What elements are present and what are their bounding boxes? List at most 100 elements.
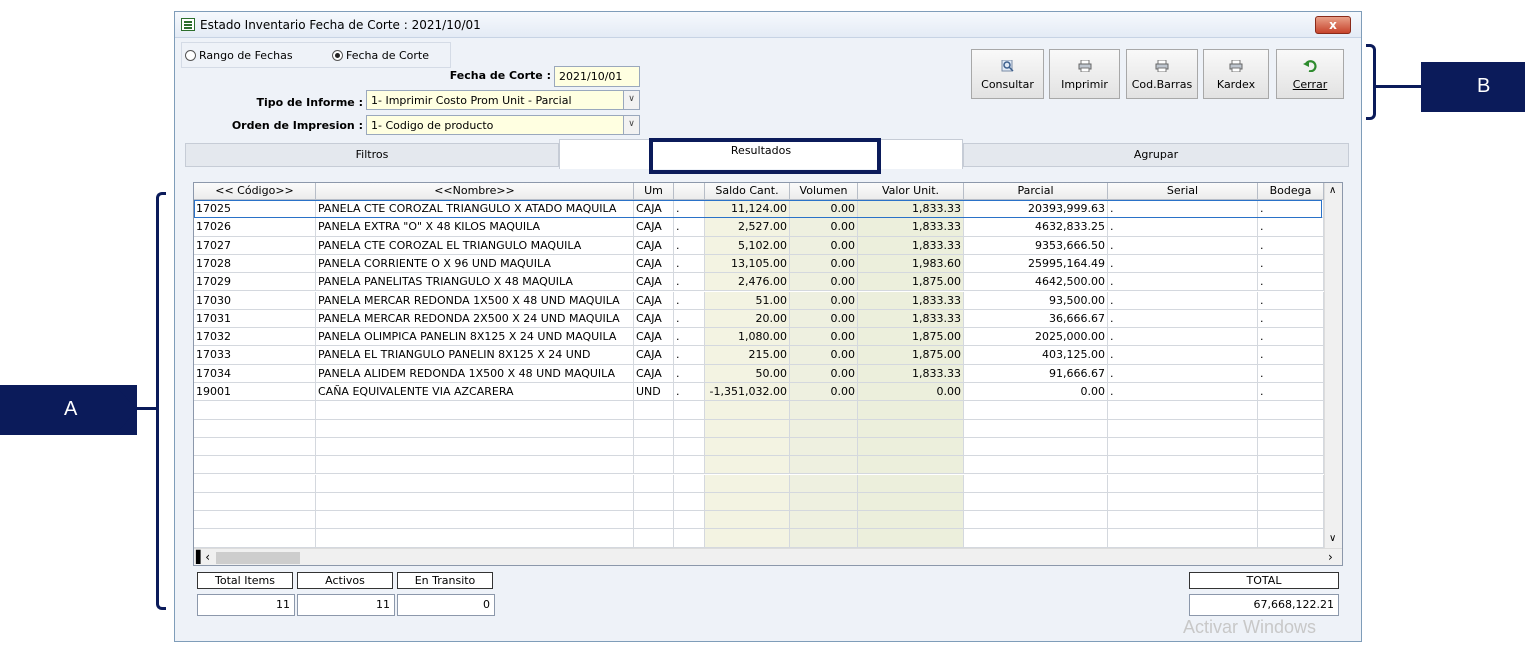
table-cell[interactable]: . [1108,309,1258,329]
table-cell[interactable]: 1,833.33 [858,364,964,383]
table-cell[interactable]: . [1108,273,1258,292]
table-cell[interactable]: . [1108,254,1258,274]
chevron-down-icon[interactable]: ∨ [623,116,639,134]
scroll-up-icon[interactable]: ∧ [1329,185,1336,196]
table-cell[interactable]: . [674,328,705,347]
empty-cell[interactable] [194,437,316,457]
table-cell[interactable]: PANELA MERCAR REDONDA 1X500 X 48 UND MAQ… [316,291,634,310]
table-cell[interactable]: CAJA [634,273,674,292]
table-cell[interactable]: UND [634,383,674,402]
empty-cell[interactable] [858,437,964,457]
column-header[interactable]: << Código>> [194,183,316,200]
table-cell[interactable]: PANELA MERCAR REDONDA 2X500 X 24 UND MAQ… [316,309,634,329]
empty-cell[interactable] [316,419,634,438]
empty-cell[interactable] [316,474,634,493]
table-cell[interactable]: CAJA [634,291,674,310]
tab-agrupar[interactable]: Agrupar [963,143,1349,167]
column-header[interactable]: Serial [1108,183,1258,200]
empty-cell[interactable] [194,511,316,530]
table-cell[interactable]: 2,527.00 [705,218,790,237]
empty-cell[interactable] [790,529,858,548]
table-cell[interactable]: . [1108,364,1258,383]
table-cell[interactable]: . [674,200,705,219]
empty-cell[interactable] [316,492,634,512]
scroll-left-icon[interactable]: ▌‹ [196,550,210,564]
empty-cell[interactable] [790,456,858,475]
table-cell[interactable]: 17034 [194,364,316,383]
empty-cell[interactable] [964,474,1108,493]
table-cell[interactable]: 25995,164.49 [964,254,1108,274]
table-cell[interactable]: 1,833.33 [858,291,964,310]
empty-cell[interactable] [1258,456,1324,475]
column-header[interactable]: Parcial [964,183,1108,200]
table-cell[interactable]: PANELA CTE COROZAL EL TRIANGULO MAQUILA [316,236,634,255]
table-cell[interactable]: 17032 [194,328,316,347]
empty-cell[interactable] [858,474,964,493]
column-header[interactable]: Saldo Cant. [705,183,790,200]
table-cell[interactable]: 403,125.00 [964,346,1108,365]
empty-cell[interactable] [705,401,790,420]
table-cell[interactable]: 0.00 [790,383,858,402]
radio-range-label[interactable]: Rango de Fechas [199,49,293,62]
chevron-down-icon[interactable]: ∨ [623,91,639,109]
table-cell[interactable]: 0.00 [790,328,858,347]
empty-cell[interactable] [964,401,1108,420]
empty-cell[interactable] [705,474,790,493]
empty-cell[interactable] [1108,492,1258,512]
empty-cell[interactable] [858,456,964,475]
empty-cell[interactable] [1258,529,1324,548]
table-cell[interactable]: 20.00 [705,309,790,329]
empty-cell[interactable] [705,529,790,548]
table-cell[interactable]: . [1108,383,1258,402]
consultar-button[interactable]: Consultar [971,49,1044,99]
table-cell[interactable]: . [1258,273,1324,292]
table-cell[interactable]: 1,833.33 [858,236,964,255]
table-cell[interactable]: 9353,666.50 [964,236,1108,255]
table-cell[interactable]: 19001 [194,383,316,402]
table-cell[interactable]: 50.00 [705,364,790,383]
empty-cell[interactable] [790,437,858,457]
empty-cell[interactable] [194,529,316,548]
empty-cell[interactable] [790,492,858,512]
table-cell[interactable]: . [1258,383,1324,402]
table-cell[interactable]: . [674,291,705,310]
table-cell[interactable]: . [1258,346,1324,365]
table-cell[interactable]: 0.00 [790,291,858,310]
empty-cell[interactable] [964,511,1108,530]
table-cell[interactable]: 2,476.00 [705,273,790,292]
empty-cell[interactable] [1108,456,1258,475]
table-cell[interactable]: . [1258,200,1324,219]
empty-cell[interactable] [1108,419,1258,438]
empty-cell[interactable] [194,419,316,438]
empty-cell[interactable] [1258,401,1324,420]
empty-cell[interactable] [316,437,634,457]
kardex-button[interactable]: Kardex [1203,49,1269,99]
table-cell[interactable]: 17028 [194,254,316,274]
report-type-select[interactable]: 1- Imprimir Costo Prom Unit - Parcial ∨ [366,90,640,110]
table-cell[interactable]: CAJA [634,200,674,219]
table-cell[interactable]: 0.00 [790,364,858,383]
imprimir-button[interactable]: Imprimir [1049,49,1120,99]
tab-filtros[interactable]: Filtros [185,143,559,167]
scroll-down-icon[interactable]: ∨ [1329,533,1336,544]
horizontal-scrollbar[interactable]: ▌‹ › [194,548,1342,565]
table-cell[interactable]: . [674,364,705,383]
table-cell[interactable]: -1,351,032.00 [705,383,790,402]
table-cell[interactable]: CAJA [634,254,674,274]
table-cell[interactable]: . [1258,254,1324,274]
table-cell[interactable]: 17030 [194,291,316,310]
empty-cell[interactable] [1108,401,1258,420]
table-cell[interactable]: 36,666.67 [964,309,1108,329]
table-cell[interactable]: . [674,218,705,237]
vertical-scrollbar[interactable]: ∧ ∨ [1324,183,1342,548]
empty-cell[interactable] [674,419,705,438]
table-cell[interactable]: 51.00 [705,291,790,310]
table-cell[interactable]: CAJA [634,346,674,365]
empty-cell[interactable] [634,529,674,548]
empty-cell[interactable] [674,474,705,493]
empty-cell[interactable] [1108,474,1258,493]
empty-cell[interactable] [674,401,705,420]
table-cell[interactable]: . [674,346,705,365]
cerrar-button[interactable]: Cerrar [1276,49,1344,99]
table-cell[interactable]: . [674,254,705,274]
